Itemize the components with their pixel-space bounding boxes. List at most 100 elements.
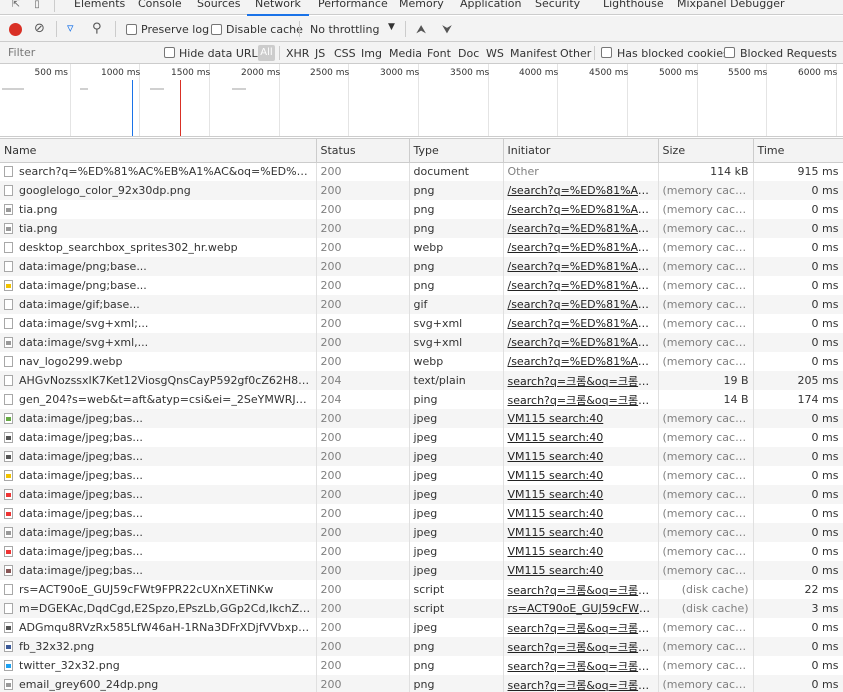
request-initiator-cell[interactable]: /search?q=%ED%81%AC%EB%A1%AC: [503, 276, 659, 295]
tab-lighthouse[interactable]: Lighthouse: [603, 0, 664, 14]
filter-type-manifest[interactable]: Manifest: [510, 47, 557, 60]
request-initiator-cell[interactable]: /search?q=%ED%81%AC%EB%A1%AC: [503, 181, 659, 200]
request-initiator-cell[interactable]: VM115 search:40: [503, 466, 659, 485]
hide-data-urls-checkbox[interactable]: [164, 47, 175, 58]
request-row[interactable]: data:image/jpeg;bas... 200 jpeg VM115 searc…: [0, 428, 843, 447]
filter-type-other[interactable]: Other: [560, 47, 591, 60]
request-name-cell[interactable]: nav_logo299.webp: [0, 352, 317, 371]
blocked-requests-checkbox[interactable]: [724, 47, 735, 58]
request-row[interactable]: email_grey600_24dp.png 200 png search?q=크롬&…: [0, 675, 843, 692]
request-initiator-cell[interactable]: search?q=크롬&oq=크롬&a...: [503, 618, 659, 637]
tab-console[interactable]: Console: [138, 0, 182, 14]
request-row[interactable]: data:image/jpeg;bas... 200 jpeg VM115 searc…: [0, 409, 843, 428]
search-icon[interactable]: ⚲: [92, 20, 102, 38]
request-initiator-cell[interactable]: /search?q=%ED%81%AC%EB%A1%AC: [503, 295, 659, 314]
tab-mixpanel-debugger[interactable]: Mixpanel Debugger: [677, 0, 785, 14]
request-initiator-cell[interactable]: rs=ACT90oE_GUJ59cFWt9FPR...: [503, 599, 659, 618]
request-name-cell[interactable]: data:image/jpeg;bas...: [0, 447, 317, 466]
request-initiator-cell[interactable]: search?q=크롬&oq=크롬&a...: [503, 371, 659, 390]
request-row[interactable]: data:image/svg+xml,... 200 svg+xml/search?…: [0, 333, 843, 352]
network-overview[interactable]: 500 ms 1000 ms 1500 ms 2000 ms 2500 ms 3000 m…: [0, 64, 843, 137]
request-initiator-cell[interactable]: /search?q=%ED%81%AC%EB%A1%AC: [503, 219, 659, 238]
request-initiator-cell[interactable]: VM115 search:40: [503, 428, 659, 447]
filter-icon[interactable]: ▿: [67, 20, 74, 38]
filter-type-img[interactable]: Img: [361, 47, 382, 60]
request-row[interactable]: data:image/jpeg;bas... 200 jpeg VM115 searc…: [0, 542, 843, 561]
request-name-cell[interactable]: search?q=%ED%81%AC%EB%A1%AC&oq=%ED%81%AC…: [0, 162, 317, 181]
request-row[interactable]: data:image/jpeg;bas... 200 jpeg VM115 searc…: [0, 504, 843, 523]
request-row[interactable]: tia.png 200png/search?q=%ED%81%AC%EB%A1%A…: [0, 219, 843, 238]
filter-all-button[interactable]: All: [258, 45, 275, 61]
request-initiator-cell[interactable]: search?q=크롬&oq=크롬&a...: [503, 675, 659, 692]
request-initiator-cell[interactable]: /search?q=%ED%81%AC%EB%A1%AC: [503, 314, 659, 333]
filter-type-ws[interactable]: WS: [486, 47, 504, 60]
request-name-cell[interactable]: data:image/jpeg;bas...: [0, 428, 317, 447]
request-row[interactable]: data:image/jpeg;bas... 200 jpeg VM115 searc…: [0, 485, 843, 504]
has-blocked-cookies-checkbox[interactable]: [601, 47, 612, 58]
request-initiator-cell[interactable]: VM115 search:40: [503, 561, 659, 580]
request-name-cell[interactable]: googlelogo_color_92x30dp.png: [0, 181, 317, 200]
request-row[interactable]: tia.png 200png/search?q=%ED%81%AC%EB%A1%A…: [0, 200, 843, 219]
request-name-cell[interactable]: data:image/jpeg;bas...: [0, 561, 317, 580]
request-row[interactable]: ADGmqu8RVzRx585LfW46aH-1RNa3DFrXDjfVVbxp…: [0, 618, 843, 637]
request-name-cell[interactable]: AHGvNozssxIK7Ket12ViosgQnsCayP592gf0cZ62…: [0, 371, 317, 390]
request-initiator-cell[interactable]: /search?q=%ED%81%AC%EB%A1%AC: [503, 257, 659, 276]
request-initiator-cell[interactable]: VM115 search:40: [503, 409, 659, 428]
request-name-cell[interactable]: data:image/jpeg;bas...: [0, 523, 317, 542]
clear-icon[interactable]: ⊘: [34, 20, 45, 38]
tab-security[interactable]: Security: [535, 0, 580, 14]
request-name-cell[interactable]: desktop_searchbox_sprites302_hr.webp: [0, 238, 317, 257]
filter-type-xhr[interactable]: XHR: [286, 47, 309, 60]
request-row[interactable]: m=DGEKAc,DqdCgd,E2Spzo,EPszLb,GGp2Cd,Ikc…: [0, 599, 843, 618]
import-har-icon[interactable]: ⮝: [416, 20, 426, 38]
request-row[interactable]: search?q=%ED%81%AC%EB%A1%AC&oq=%ED%81%AC…: [0, 162, 843, 181]
filter-type-font[interactable]: Font: [427, 47, 451, 60]
request-initiator-cell[interactable]: search?q=크롬&oq=크롬&a...: [503, 637, 659, 656]
tab-sources[interactable]: Sources: [197, 0, 241, 14]
request-initiator-cell[interactable]: /search?q=%ED%81%AC%EB%A1%AC: [503, 238, 659, 257]
request-row[interactable]: googlelogo_color_92x30dp.png 200 png/searc…: [0, 181, 843, 200]
tab-performance[interactable]: Performance: [318, 0, 388, 14]
request-name-cell[interactable]: data:image/jpeg;bas...: [0, 504, 317, 523]
device-toolbar-icon[interactable]: ▯: [30, 0, 44, 13]
request-initiator-cell[interactable]: /search?q=%ED%81%AC%EB%A1%AC: [503, 352, 659, 371]
request-row[interactable]: fb_32x32.png 200 png search?q=크롬&oq=크롬&a...…: [0, 637, 843, 656]
record-button[interactable]: [9, 23, 22, 36]
column-header-status[interactable]: Status: [316, 139, 410, 163]
request-initiator-cell[interactable]: search?q=크롬&oq=크롬&a...: [503, 580, 659, 599]
request-initiator-cell[interactable]: /search?q=%ED%81%AC%EB%A1%AC: [503, 200, 659, 219]
tab-network[interactable]: Network: [247, 0, 309, 16]
request-name-cell[interactable]: data:image/gif;base...: [0, 295, 317, 314]
request-name-cell[interactable]: fb_32x32.png: [0, 637, 317, 656]
request-row[interactable]: AHGvNozssxIK7Ket12ViosgQnsCayP592gf0cZ62…: [0, 371, 843, 390]
chevron-down-icon[interactable]: ▼: [388, 22, 395, 32]
export-har-icon[interactable]: ⮟: [442, 20, 452, 38]
request-row[interactable]: data:image/gif;base... 200 gif/search?q=%E…: [0, 295, 843, 314]
filter-input[interactable]: Filter: [8, 46, 35, 59]
request-initiator-cell[interactable]: VM115 search:40: [503, 447, 659, 466]
filter-type-js[interactable]: JS: [315, 47, 325, 60]
request-name-cell[interactable]: data:image/jpeg;bas...: [0, 542, 317, 561]
filter-type-media[interactable]: Media: [389, 47, 422, 60]
column-header-initiator[interactable]: Initiator: [503, 139, 659, 163]
request-name-cell[interactable]: data:image/jpeg;bas...: [0, 485, 317, 504]
request-name-cell[interactable]: gen_204?s=web&t=aft&atyp=csi&ei=_2SeYMWR…: [0, 390, 317, 409]
request-name-cell[interactable]: tia.png: [0, 200, 317, 219]
column-header-type[interactable]: Type: [409, 139, 504, 163]
request-name-cell[interactable]: data:image/png;base...: [0, 257, 317, 276]
request-row[interactable]: data:image/png;base... 200 png/search?q=%E…: [0, 276, 843, 295]
request-row[interactable]: data:image/svg+xml;... 200 svg+xml/search?…: [0, 314, 843, 333]
request-initiator-cell[interactable]: VM115 search:40: [503, 542, 659, 561]
request-name-cell[interactable]: rs=ACT90oE_GUJ59cFWt9FPR22cUXnXETiNKw: [0, 580, 317, 599]
request-initiator-cell[interactable]: VM115 search:40: [503, 523, 659, 542]
request-name-cell[interactable]: data:image/jpeg;bas...: [0, 466, 317, 485]
column-header-name[interactable]: Name: [0, 139, 317, 163]
request-name-cell[interactable]: data:image/png;base...: [0, 276, 317, 295]
request-row[interactable]: data:image/jpeg;bas... 200 jpeg VM115 searc…: [0, 561, 843, 580]
column-header-time[interactable]: Time: [753, 139, 843, 163]
request-name-cell[interactable]: email_grey600_24dp.png: [0, 675, 317, 692]
tab-application[interactable]: Application: [460, 0, 521, 14]
request-initiator-cell[interactable]: VM115 search:40: [503, 504, 659, 523]
request-name-cell[interactable]: data:image/jpeg;bas...: [0, 409, 317, 428]
filter-type-css[interactable]: CSS: [334, 47, 356, 60]
